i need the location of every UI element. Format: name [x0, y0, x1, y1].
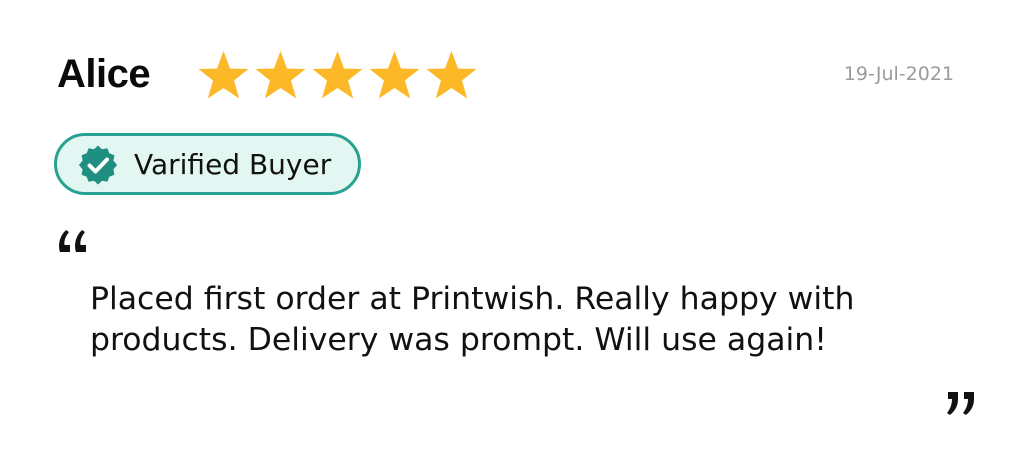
- star-icon: [368, 49, 421, 101]
- star-icon: [254, 49, 307, 101]
- review-card: Alice 19-Jul-2021 Varified Buyer Placed …: [0, 0, 1024, 464]
- star-icon: [425, 49, 478, 101]
- verified-check-icon: [77, 144, 119, 186]
- review-text: Placed first order at Printwish. Really …: [90, 281, 855, 358]
- star-icon: [197, 49, 250, 101]
- verified-buyer-label: Varified Buyer: [134, 148, 332, 181]
- star-rating: [197, 49, 478, 101]
- verified-buyer-badge: Varified Buyer: [54, 133, 361, 195]
- reviewer-name: Alice: [57, 52, 151, 96]
- star-icon: [311, 49, 364, 101]
- review-date: 19-Jul-2021: [843, 63, 954, 85]
- close-quote-icon: [944, 390, 978, 418]
- open-quote-icon: [56, 226, 90, 254]
